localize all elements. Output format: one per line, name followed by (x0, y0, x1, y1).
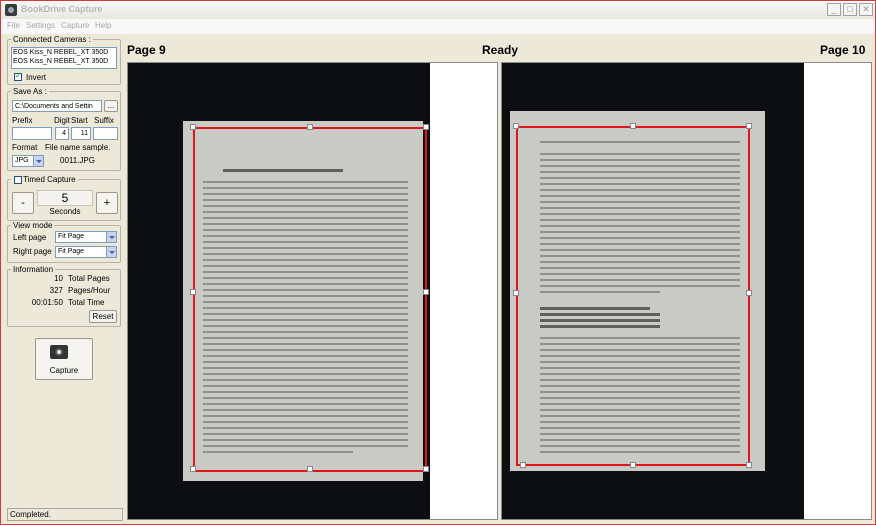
maximize-button[interactable]: □ (843, 3, 857, 16)
save-path-input[interactable]: C:\Documents and Settin (12, 100, 102, 112)
left-crop-frame[interactable] (193, 127, 427, 472)
camera-list[interactable]: EOS Kiss_N REBEL_XT 350D EOS Kiss_N REBE… (11, 47, 117, 69)
browse-button[interactable]: ... (104, 100, 118, 112)
crop-handle[interactable] (423, 466, 429, 472)
suffix-label: Suffix (94, 116, 114, 125)
crop-handle[interactable] (307, 124, 313, 130)
crop-handle[interactable] (630, 123, 636, 129)
left-page-title: Page 9 (127, 43, 166, 57)
chevron-down-icon[interactable] (106, 247, 116, 257)
left-page-label: Left page (13, 233, 47, 242)
title-bar: BookDrive Capture _ □ ✕ (1, 1, 875, 19)
pages-per-hour-label: Pages/Hour (68, 286, 111, 295)
format-value: JPG (15, 157, 29, 164)
capture-button[interactable]: Capture (35, 338, 93, 380)
right-page-title: Page 10 (820, 43, 866, 57)
total-time-label: Total Time (68, 298, 105, 307)
minimize-button[interactable]: _ (827, 3, 841, 16)
crop-handle[interactable] (513, 123, 519, 129)
timer-increase-button[interactable]: + (96, 192, 118, 214)
digit-label: Digit (54, 116, 71, 125)
format-label: Format (12, 143, 38, 152)
chevron-down-icon[interactable] (106, 232, 116, 242)
camera-icon (50, 345, 68, 359)
save-as-legend: Save As : (13, 87, 47, 96)
crop-handle[interactable] (190, 289, 196, 295)
total-time-value: 00:01:50 (31, 298, 63, 307)
pages-per-hour-value: 327 (49, 286, 63, 295)
status-ready: Ready (482, 43, 519, 57)
invert-checkbox[interactable] (14, 71, 22, 81)
control-panel: Connected Cameras : EOS Kiss_N REBEL_XT … (5, 35, 123, 505)
app-icon (5, 4, 17, 16)
timer-value: 5 (37, 190, 93, 206)
left-page-viewer[interactable] (127, 62, 498, 520)
crop-handle[interactable] (307, 466, 313, 472)
timer-unit: Seconds (49, 207, 81, 216)
total-pages-value: 10 (54, 274, 63, 283)
menu-help[interactable]: Help (95, 21, 111, 30)
total-pages-label: Total Pages (68, 274, 110, 283)
right-page-label: Right page (13, 247, 52, 256)
prefix-label: Prefix (12, 116, 33, 125)
crop-handle[interactable] (423, 289, 429, 295)
window-title: BookDrive Capture (21, 4, 103, 14)
crop-handle[interactable] (630, 462, 636, 468)
capture-label: Capture (49, 366, 79, 375)
camera-list-item[interactable]: EOS Kiss_N REBEL_XT 350D (12, 57, 116, 66)
start-input[interactable]: 11 (71, 127, 91, 140)
crop-handle[interactable] (513, 290, 519, 296)
crop-handle[interactable] (746, 462, 752, 468)
menu-settings[interactable]: Settings (26, 21, 55, 30)
suffix-input[interactable] (93, 127, 118, 140)
right-page-image (502, 63, 804, 519)
start-label: Start (71, 116, 88, 125)
menu-bar: File Settings Capture Help (1, 19, 875, 34)
app-window: BookDrive Capture _ □ ✕ File Settings Ca… (0, 0, 876, 525)
crop-handle[interactable] (746, 290, 752, 296)
left-page-value: Fit Page (58, 233, 85, 240)
prefix-input[interactable] (12, 127, 52, 140)
invert-label: Invert (26, 73, 47, 82)
right-crop-frame[interactable] (516, 126, 750, 466)
crop-handle[interactable] (190, 124, 196, 130)
crop-handle[interactable] (746, 123, 752, 129)
right-page-value: Fit Page (58, 248, 85, 255)
menu-capture[interactable]: Capture (61, 21, 89, 30)
reset-button[interactable]: Reset (89, 310, 117, 323)
left-page-image (128, 63, 430, 519)
file-name-sample-value: 0011.JPG (60, 156, 95, 165)
view-mode-legend: View mode (13, 221, 53, 230)
menu-file[interactable]: File (7, 21, 20, 30)
crop-handle[interactable] (423, 124, 429, 130)
information-legend: Information (13, 265, 54, 274)
left-page-select[interactable]: Fit Page (55, 231, 117, 243)
chevron-down-icon[interactable] (33, 156, 43, 166)
close-button[interactable]: ✕ (859, 3, 873, 16)
connected-cameras-legend: Connected Cameras : (13, 35, 91, 44)
digit-input[interactable]: 4 (55, 127, 69, 140)
right-page-viewer[interactable] (501, 62, 872, 520)
format-select[interactable]: JPG (12, 155, 44, 167)
timer-decrease-button[interactable]: - (12, 192, 34, 214)
timed-capture-checkbox[interactable] (14, 176, 22, 184)
camera-list-item[interactable]: EOS Kiss_N REBEL_XT 350D (12, 48, 116, 57)
crop-handle[interactable] (190, 466, 196, 472)
right-page-select[interactable]: Fit Page (55, 246, 117, 258)
file-name-sample-label: File name sample. (45, 143, 111, 152)
crop-handle[interactable] (520, 462, 526, 468)
status-bar: Completed. (7, 508, 123, 521)
